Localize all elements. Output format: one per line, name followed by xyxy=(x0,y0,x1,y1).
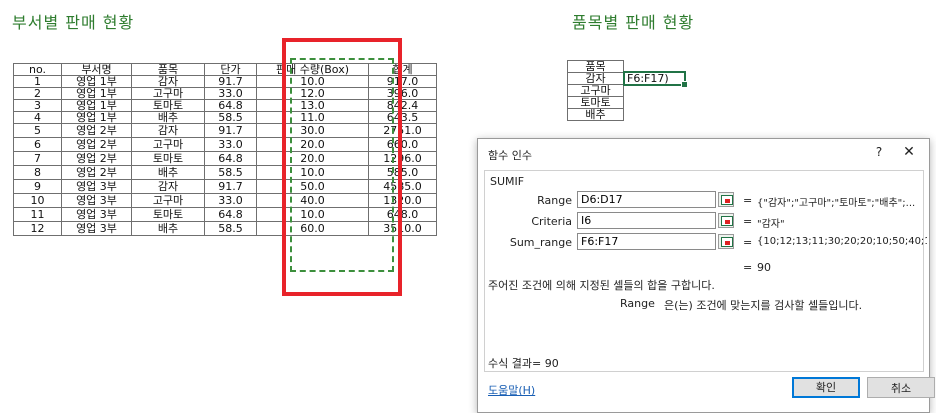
sum-range-input[interactable] xyxy=(577,233,716,250)
cancel-button[interactable]: 취소 xyxy=(867,377,935,398)
no-cell[interactable]: 10 xyxy=(13,193,62,208)
unit-price-cell[interactable]: 64.8 xyxy=(204,207,257,222)
function-result-equals: = xyxy=(743,261,753,274)
criteria-input[interactable] xyxy=(577,212,716,229)
item-cell[interactable]: 배추 xyxy=(131,221,205,236)
help-icon[interactable]: ? xyxy=(871,145,887,159)
unit-price-cell[interactable]: 64.8 xyxy=(204,99,257,112)
department-cell[interactable]: 영업 3부 xyxy=(61,221,132,236)
criteria-label: Criteria xyxy=(531,215,572,228)
no-cell[interactable]: 12 xyxy=(13,221,62,236)
item-sales-table: 품목 감자 고구마 토마토 배추 xyxy=(567,60,624,121)
department-cell[interactable]: 영업 1부 xyxy=(61,87,132,100)
column-header-unit-price[interactable]: 단가 xyxy=(204,63,257,76)
no-cell[interactable]: 1 xyxy=(13,75,62,88)
argument-description-name: Range xyxy=(620,297,655,310)
help-link[interactable]: 도움말(H) xyxy=(488,382,535,398)
department-cell[interactable]: 영업 3부 xyxy=(61,193,132,208)
unit-price-cell[interactable]: 58.5 xyxy=(204,221,257,236)
unit-price-cell[interactable]: 64.8 xyxy=(204,151,257,166)
range-input[interactable] xyxy=(577,191,716,208)
department-cell[interactable]: 영업 1부 xyxy=(61,75,132,88)
unit-price-cell[interactable]: 33.0 xyxy=(204,87,257,100)
function-result-value: 90 xyxy=(757,261,771,274)
item-header-cell[interactable]: 품목 xyxy=(567,60,624,73)
column-header-department[interactable]: 부서명 xyxy=(61,63,132,76)
formula-result: 수식 결과= 90 xyxy=(488,357,559,370)
department-cell[interactable]: 영업 3부 xyxy=(61,207,132,222)
no-cell[interactable]: 7 xyxy=(13,151,62,166)
criteria-equals: = xyxy=(743,215,753,228)
item-cell[interactable]: 감자 xyxy=(131,75,205,88)
item-cell[interactable]: 배추 xyxy=(131,165,205,180)
no-cell[interactable]: 3 xyxy=(13,99,62,112)
item-cell[interactable]: 고구마 xyxy=(131,87,205,100)
department-cell[interactable]: 영업 2부 xyxy=(61,151,132,166)
ok-button[interactable]: 확인 xyxy=(792,377,860,398)
department-cell[interactable]: 영업 1부 xyxy=(61,111,132,124)
sum-range-result: {10;12;13;11;30;20;20;10;50;40;1... xyxy=(757,236,927,247)
unit-price-cell[interactable]: 91.7 xyxy=(204,123,257,138)
argument-description-text: 은(는) 조건에 맞는지를 검사할 셀들입니다. xyxy=(664,299,863,312)
no-cell[interactable]: 8 xyxy=(13,165,62,180)
item-cell[interactable]: 감자 xyxy=(131,179,205,194)
sheet-title-department-sales: 부서별 판매 현황 xyxy=(12,13,135,32)
no-cell[interactable]: 6 xyxy=(13,137,62,152)
column-header-item[interactable]: 품목 xyxy=(131,63,205,76)
department-cell[interactable]: 영업 2부 xyxy=(61,123,132,138)
fill-handle[interactable] xyxy=(681,81,688,88)
item-cell[interactable]: 토마토 xyxy=(131,99,205,112)
item-cell[interactable]: 감자 xyxy=(131,123,205,138)
function-description: 주어진 조건에 의해 지정된 셀들의 합을 구합니다. xyxy=(488,279,715,292)
sum-range-label: Sum_range xyxy=(509,236,572,249)
column-header-no[interactable]: no. xyxy=(13,63,62,76)
function-name-label: SUMIF xyxy=(490,175,525,188)
no-cell[interactable]: 11 xyxy=(13,207,62,222)
unit-price-cell[interactable]: 58.5 xyxy=(204,165,257,180)
item-cell[interactable]: 토마토 xyxy=(567,96,624,109)
active-cell-formula-text: F6:F17) xyxy=(627,72,669,85)
item-cell[interactable]: 고구마 xyxy=(131,193,205,208)
range-equals: = xyxy=(743,194,753,207)
item-cell[interactable]: 토마토 xyxy=(131,207,205,222)
unit-price-cell[interactable]: 91.7 xyxy=(204,179,257,194)
dialog-title: 함수 인수 xyxy=(488,149,532,162)
unit-price-cell[interactable]: 58.5 xyxy=(204,111,257,124)
item-cell[interactable]: 배추 xyxy=(131,111,205,124)
department-cell[interactable]: 영업 3부 xyxy=(61,179,132,194)
no-cell[interactable]: 5 xyxy=(13,123,62,138)
sum-range-selection-marquee xyxy=(290,58,394,272)
item-cell[interactable]: 배추 xyxy=(567,108,624,121)
close-icon[interactable]: ✕ xyxy=(901,144,917,160)
item-cell[interactable]: 토마토 xyxy=(131,151,205,166)
unit-price-cell[interactable]: 33.0 xyxy=(204,193,257,208)
item-cell[interactable]: 고구마 xyxy=(567,84,624,97)
active-cell-formula-edit[interactable]: F6:F17) xyxy=(623,71,688,88)
no-cell[interactable]: 2 xyxy=(13,87,62,100)
sum-range-equals: = xyxy=(743,236,753,249)
function-arguments-dialog: 함수 인수 ? ✕ SUMIF Range = {"감자";"고구마";"토마토… xyxy=(477,138,935,413)
department-cell[interactable]: 영업 1부 xyxy=(61,99,132,112)
department-cell[interactable]: 영업 2부 xyxy=(61,137,132,152)
range-result: {"감자";"고구마";"토마토";"배추";... xyxy=(757,198,916,209)
sum-range-collapse-icon[interactable] xyxy=(718,234,734,249)
item-cell[interactable]: 고구마 xyxy=(131,137,205,152)
criteria-result: "감자" xyxy=(757,219,785,230)
sheet-title-item-sales: 품목별 판매 현황 xyxy=(572,13,695,32)
no-cell[interactable]: 4 xyxy=(13,111,62,124)
range-collapse-icon[interactable] xyxy=(718,192,734,207)
department-cell[interactable]: 영업 2부 xyxy=(61,165,132,180)
range-label: Range xyxy=(537,194,572,207)
unit-price-cell[interactable]: 33.0 xyxy=(204,137,257,152)
criteria-collapse-icon[interactable] xyxy=(718,213,734,228)
unit-price-cell[interactable]: 91.7 xyxy=(204,75,257,88)
no-cell[interactable]: 9 xyxy=(13,179,62,194)
item-cell[interactable]: 감자 xyxy=(567,72,624,85)
